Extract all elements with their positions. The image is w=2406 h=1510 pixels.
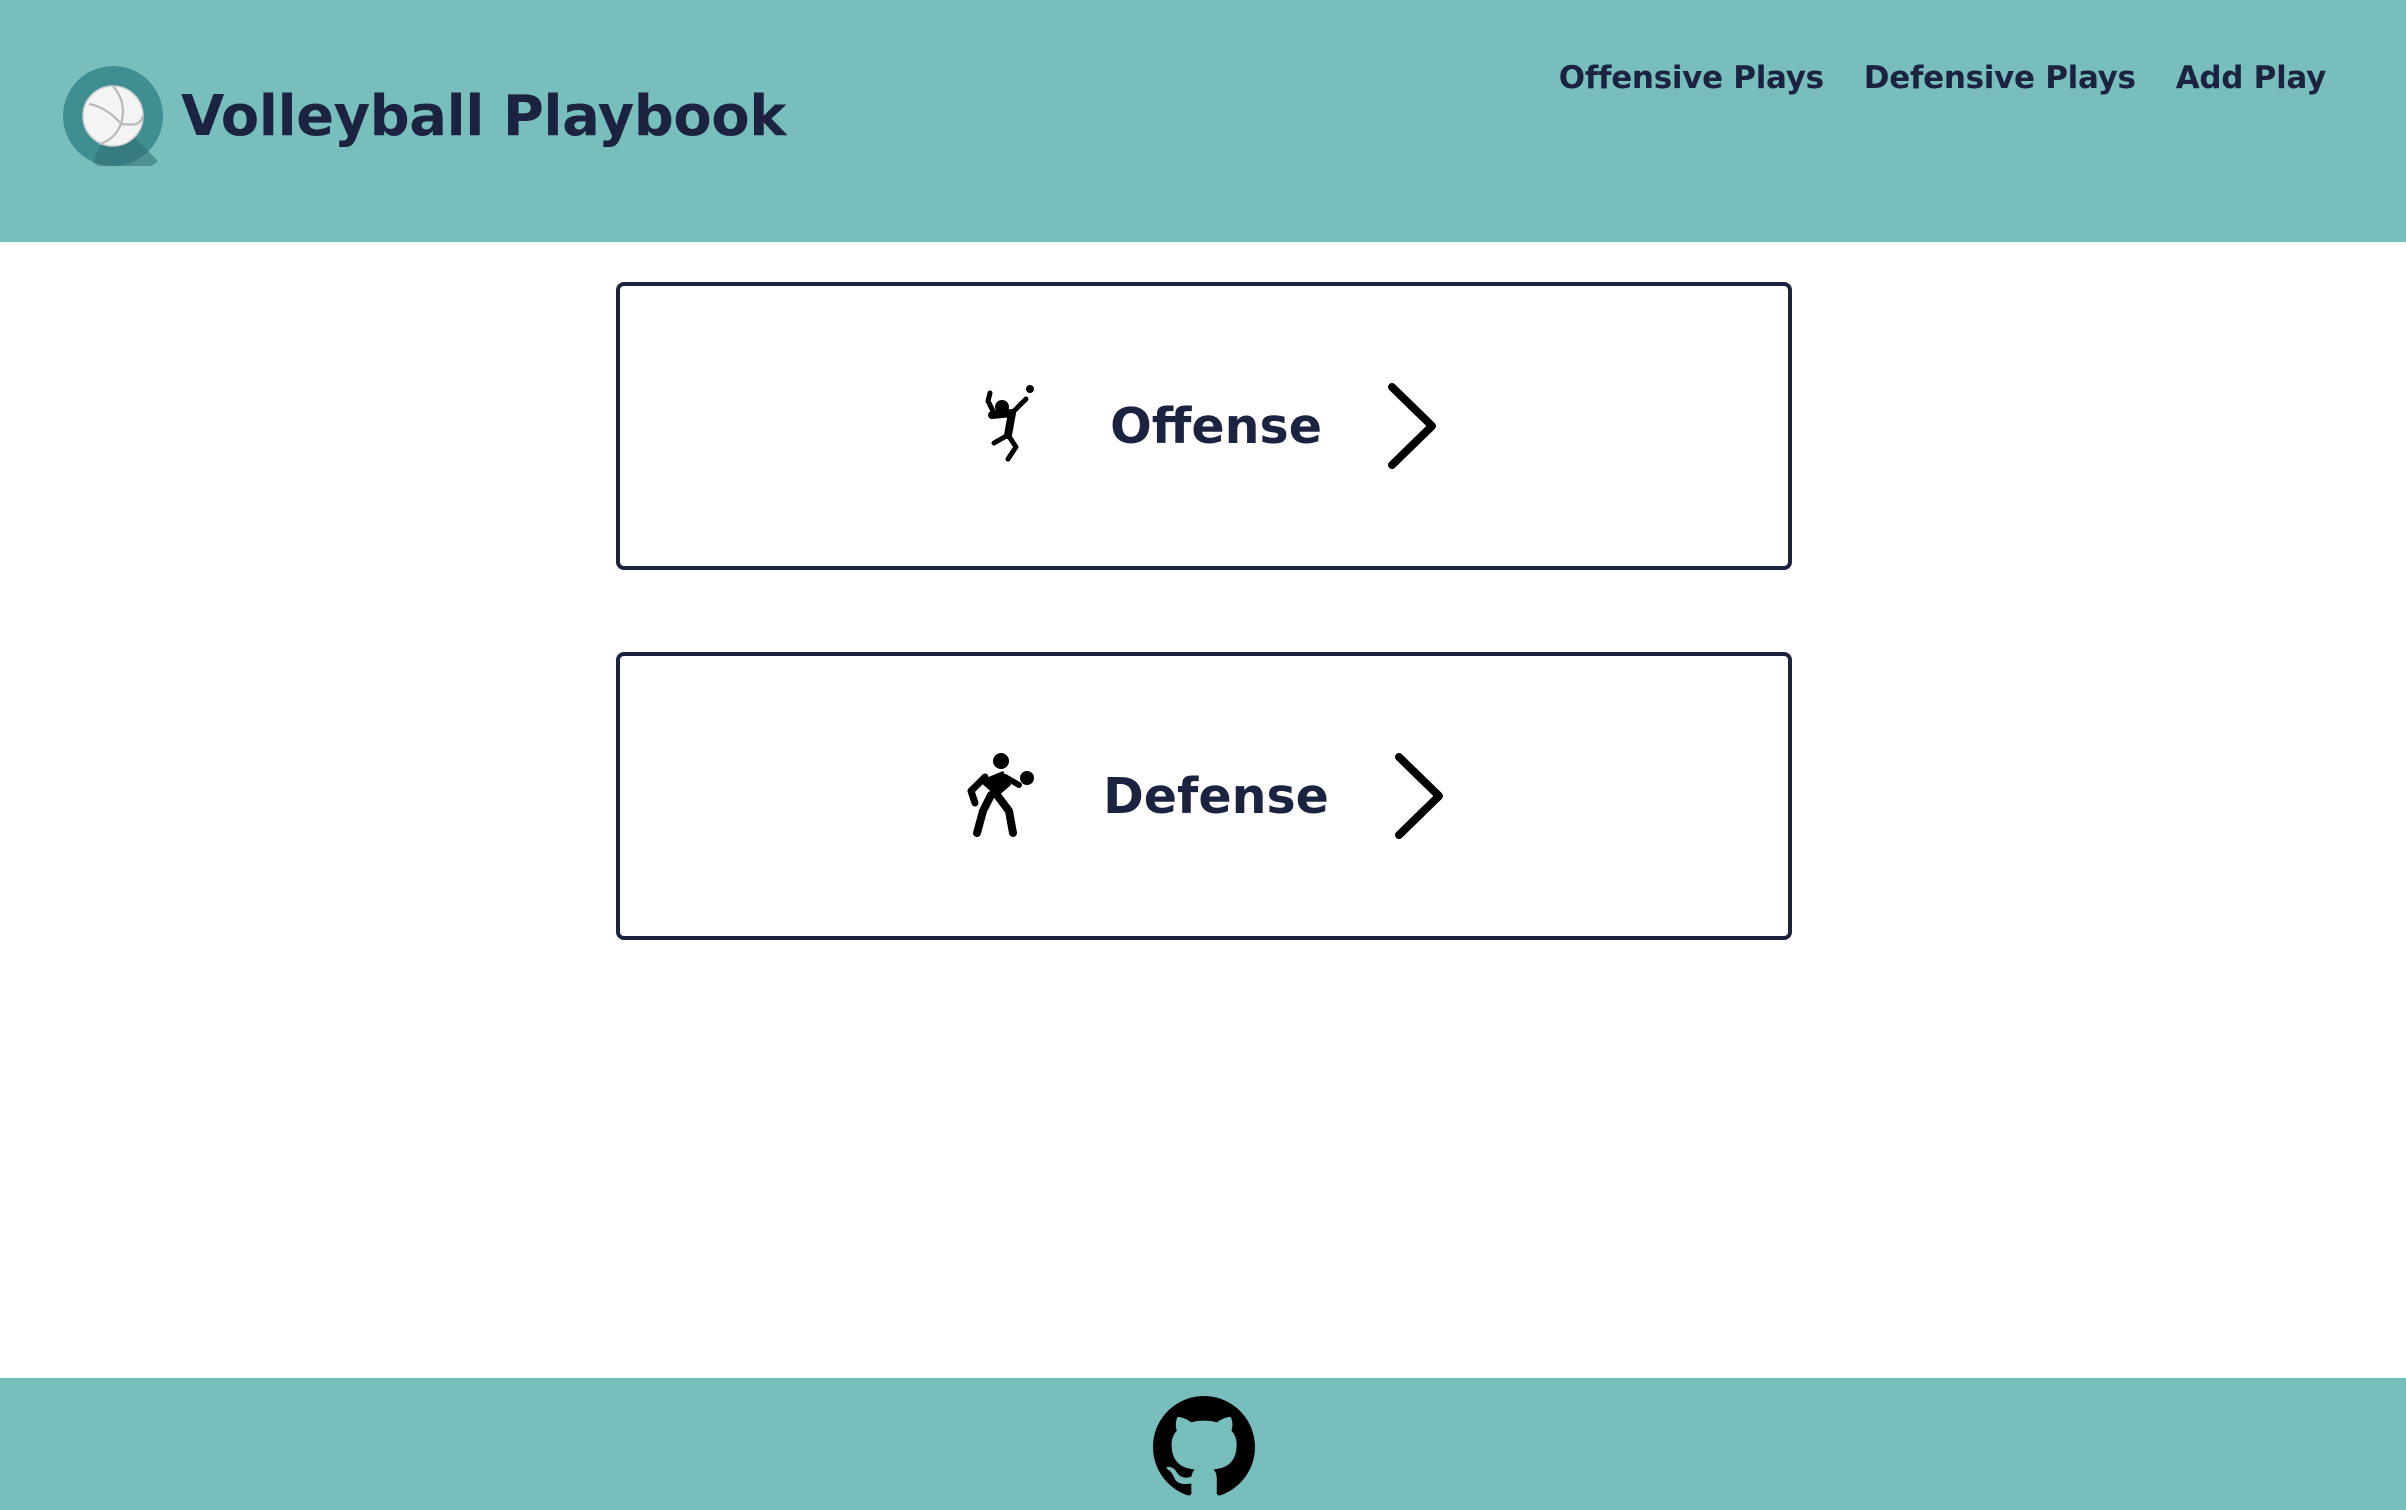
site-title: Volleyball Playbook: [181, 83, 786, 149]
chevron-right-icon: [1394, 753, 1443, 839]
offense-card-content: Offense: [968, 381, 1440, 471]
nav-defensive-plays[interactable]: Defensive Plays: [1864, 60, 2136, 96]
offense-card-label: Offense: [1110, 397, 1322, 455]
github-link[interactable]: [1153, 1396, 1255, 1498]
volleyball-spike-player-icon: [985, 385, 1035, 462]
main-nav: Offensive Plays Defensive Plays Add Play: [1559, 60, 2327, 96]
home-link[interactable]: Volleyball Playbook: [63, 66, 786, 166]
nav-offensive-plays[interactable]: Offensive Plays: [1559, 60, 1824, 96]
defense-card[interactable]: Defense: [616, 652, 1792, 940]
github-icon: [1153, 1396, 1255, 1496]
volleyball-dig-player-icon: [967, 753, 1035, 837]
offense-card[interactable]: Offense: [616, 282, 1792, 570]
site-header: Volleyball Playbook Offensive Plays Defe…: [0, 0, 2406, 242]
defense-card-content: Defense: [961, 751, 1447, 841]
volleyball-icon: [63, 66, 163, 166]
page: Volleyball Playbook Offensive Plays Defe…: [0, 0, 2406, 1510]
defense-card-label: Defense: [1103, 767, 1329, 825]
nav-add-play[interactable]: Add Play: [2176, 60, 2327, 96]
chevron-right-icon: [1387, 383, 1436, 469]
site-footer: [0, 1378, 2406, 1510]
